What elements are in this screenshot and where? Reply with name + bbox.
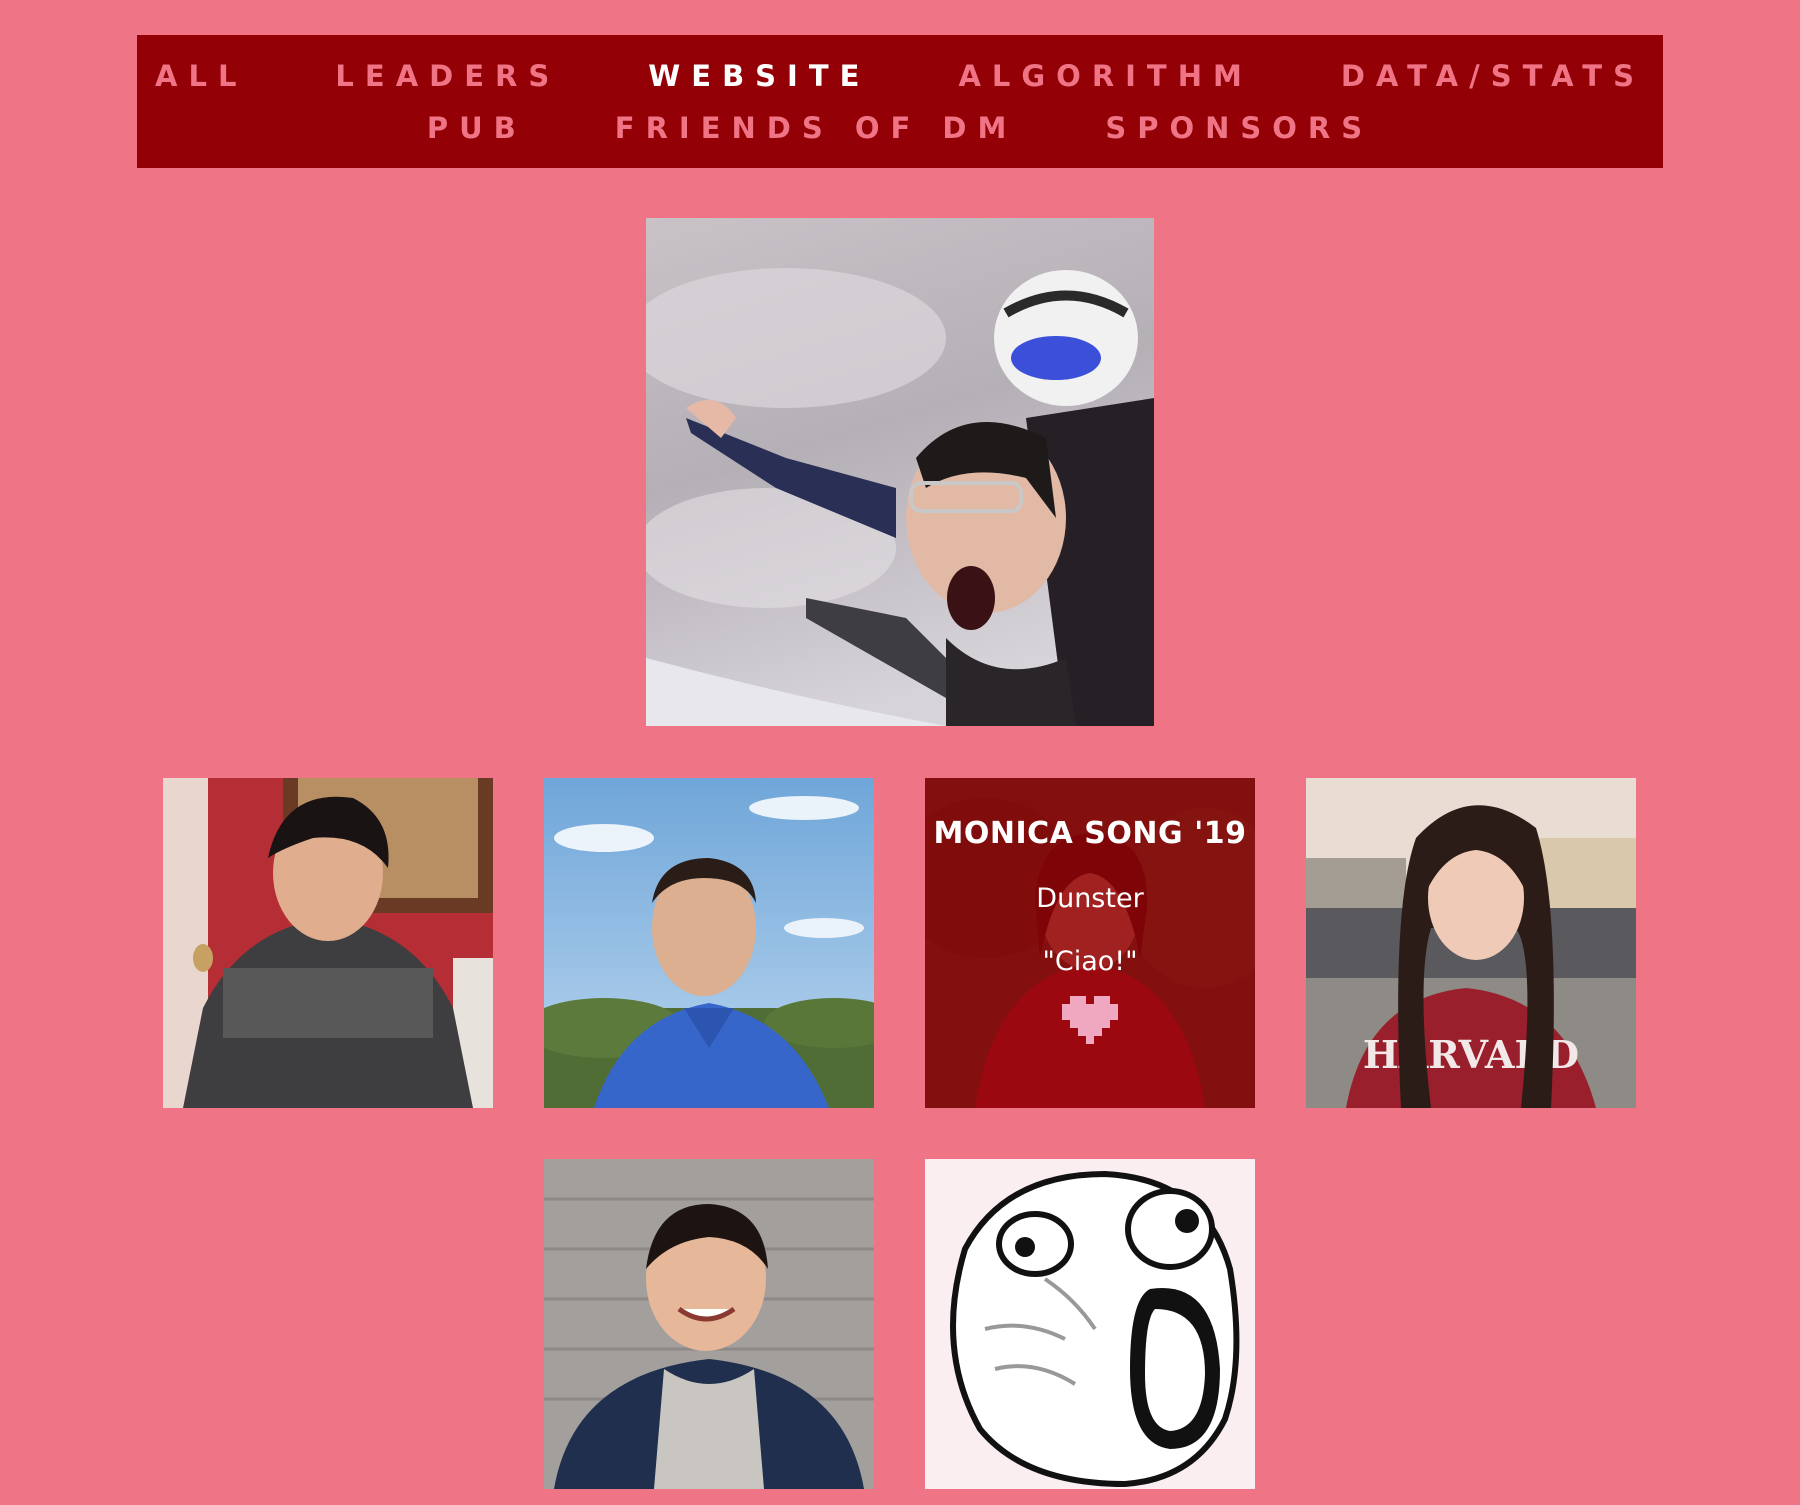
nav-leaders[interactable]: LEADERS [335, 59, 560, 93]
portrait-photo [163, 778, 493, 1108]
portrait-photo [544, 1159, 874, 1489]
member-house: Dunster [1036, 883, 1144, 914]
member-photo-3[interactable]: MONICA SONG '19 Dunster "Ciao!" [925, 778, 1255, 1108]
portrait-photo: HARVARD [1306, 778, 1636, 1108]
member-name: MONICA SONG '19 [933, 816, 1247, 851]
member-hover-card: MONICA SONG '19 Dunster "Ciao!" [925, 778, 1255, 1108]
member-photo-2[interactable] [544, 778, 874, 1108]
nav-sponsors[interactable]: SPONSORS [1105, 111, 1373, 145]
member-photo-6[interactable] [925, 1159, 1255, 1489]
nav-row-1: ALL LEADERS WEBSITE ALGORITHM DATA/STATS [155, 59, 1645, 93]
nav-website[interactable]: WEBSITE [648, 59, 870, 93]
meme-face-image [925, 1159, 1255, 1489]
member-photo-5[interactable] [544, 1159, 874, 1489]
member-quote: "Ciao!" [1042, 946, 1138, 977]
member-photo-1[interactable] [163, 778, 493, 1108]
nav-all[interactable]: ALL [155, 59, 247, 93]
nav-pub[interactable]: PUB [427, 111, 527, 145]
nav-algorithm[interactable]: ALGORITHM [958, 59, 1252, 93]
team-filter-nav: ALL LEADERS WEBSITE ALGORITHM DATA/STATS… [137, 35, 1663, 168]
featured-member-photo[interactable] [646, 218, 1154, 726]
member-photo-4[interactable]: HARVARD [1306, 778, 1636, 1108]
skydiving-photo [646, 218, 1154, 726]
nav-friends-of-dm[interactable]: FRIENDS OF DM [615, 111, 1018, 145]
nav-data-stats[interactable]: DATA/STATS [1341, 59, 1645, 93]
pixel-heart-icon [1062, 995, 1118, 1045]
nav-row-2: PUB FRIENDS OF DM SPONSORS [427, 111, 1373, 145]
portrait-photo [544, 778, 874, 1108]
